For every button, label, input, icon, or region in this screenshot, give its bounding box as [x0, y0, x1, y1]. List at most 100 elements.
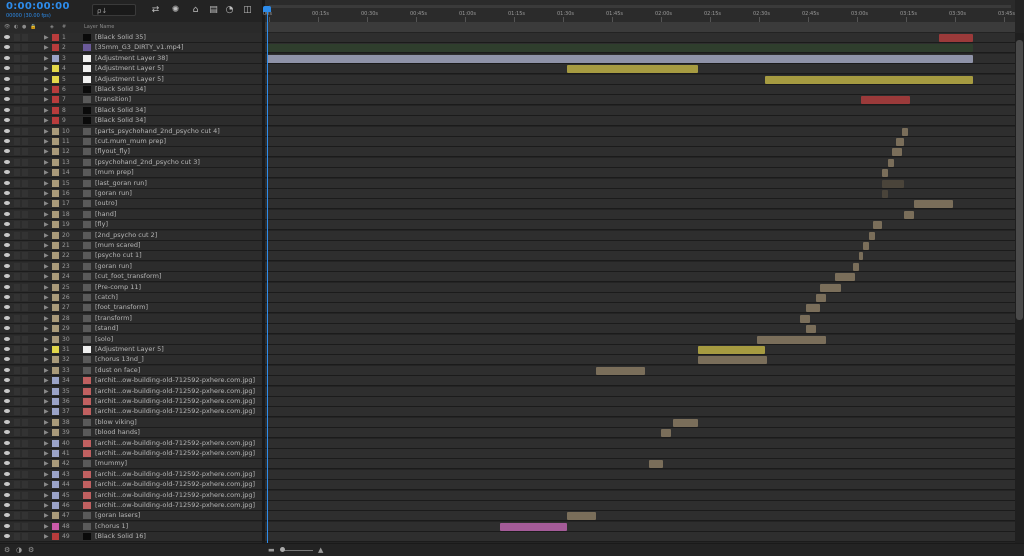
layer-name[interactable]: [mum prep]	[95, 168, 134, 177]
layer-row[interactable]: ▶ 23 [goran run]	[0, 261, 262, 272]
expand-arrow-icon[interactable]: ▶	[44, 44, 49, 51]
layer-name[interactable]: [archit...ow-building-old-712592-pxhere.…	[95, 407, 255, 416]
expand-arrow-icon[interactable]: ▶	[44, 408, 49, 415]
label-color-swatch[interactable]	[52, 398, 59, 405]
solo-switch[interactable]	[14, 54, 20, 62]
track-row[interactable]	[265, 105, 1015, 116]
track-row[interactable]	[265, 511, 1015, 522]
track-row[interactable]	[265, 449, 1015, 459]
layer-row[interactable]: ▶ 43 [archit...ow-building-old-712592-pxhe…	[0, 469, 262, 480]
layer-name[interactable]: [blow viking]	[95, 418, 137, 427]
layer-name[interactable]: [archit...ow-building-old-712592-pxhere.…	[95, 376, 255, 385]
solo-switch[interactable]	[14, 65, 20, 73]
lock-switch[interactable]	[22, 179, 28, 187]
lock-switch[interactable]	[22, 86, 28, 93]
layer-name[interactable]: [Black Solid 34]	[95, 106, 146, 115]
current-time-indicator[interactable]	[267, 8, 268, 543]
visibility-eye-icon[interactable]	[4, 440, 10, 445]
layer-row[interactable]: ▶ 36 [archit...ow-building-old-712592-pxhe…	[0, 397, 262, 407]
expand-arrow-icon[interactable]: ▶	[44, 523, 49, 530]
layer-row[interactable]: ▶ 11 [cut.mum_mum prep]	[0, 137, 262, 147]
lock-switch[interactable]	[22, 346, 28, 353]
solo-switch[interactable]	[14, 460, 20, 468]
expand-arrow-icon[interactable]: ▶	[44, 429, 49, 436]
solo-switch[interactable]	[14, 252, 20, 260]
layer-row[interactable]: ▶ 27 [foot_transform]	[0, 303, 262, 314]
layer-duration-bar[interactable]	[267, 54, 973, 63]
layer-row[interactable]: ▶ 16 [goran run]	[0, 189, 262, 199]
expand-arrow-icon[interactable]: ▶	[44, 211, 49, 218]
expand-arrow-icon[interactable]: ▶	[44, 294, 49, 301]
lock-switch[interactable]	[22, 283, 28, 291]
layer-row[interactable]: ▶ 34 [archit...ow-building-old-712592-pxhe…	[0, 376, 262, 387]
lock-switch[interactable]	[22, 138, 28, 145]
layer-row[interactable]: ▶ 8 [Black Solid 34]	[0, 105, 262, 116]
track-row[interactable]	[265, 324, 1015, 335]
track-row[interactable]	[265, 147, 1015, 158]
solo-switch[interactable]	[14, 387, 20, 395]
lock-switch[interactable]	[22, 117, 28, 125]
lock-switch[interactable]	[22, 470, 28, 478]
label-color-swatch[interactable]	[52, 304, 59, 312]
track-row[interactable]	[265, 501, 1015, 511]
lock-switch[interactable]	[22, 127, 28, 135]
number-column-header[interactable]: #	[62, 24, 66, 30]
expand-arrow-icon[interactable]: ▶	[44, 190, 49, 197]
track-row[interactable]	[265, 116, 1015, 127]
expand-arrow-icon[interactable]: ▶	[44, 398, 49, 405]
track-row[interactable]	[265, 521, 1015, 532]
visibility-eye-icon[interactable]	[4, 513, 10, 518]
visibility-eye-icon[interactable]	[4, 263, 10, 268]
layer-name[interactable]: [stand]	[95, 324, 118, 333]
solo-switch[interactable]	[14, 304, 20, 312]
expand-arrow-icon[interactable]: ▶	[44, 460, 49, 467]
track-row[interactable]	[265, 459, 1015, 470]
current-time-display[interactable]: 0:00:00:00	[6, 1, 70, 12]
label-color-swatch[interactable]	[52, 450, 59, 457]
visibility-eye-icon[interactable]	[4, 170, 10, 175]
solo-switch[interactable]	[14, 346, 20, 353]
layer-row[interactable]: ▶ 32 [chorus 13nd_]	[0, 355, 262, 366]
layer-row[interactable]: ▶ 9 [Black Solid 34]	[0, 116, 262, 127]
expand-arrow-icon[interactable]: ▶	[44, 533, 49, 540]
layer-duration-bar[interactable]	[757, 335, 826, 344]
lock-switch[interactable]	[22, 294, 28, 301]
layer-row[interactable]: ▶ 13 [psychohand_2nd_psycho cut 3]	[0, 157, 262, 168]
track-row[interactable]	[265, 220, 1015, 231]
visibility-column-icon[interactable]: 👁	[4, 24, 10, 30]
layer-name[interactable]: [psychohand_2nd_psycho cut 3]	[95, 158, 200, 167]
layer-duration-bar[interactable]	[819, 283, 842, 292]
layer-name[interactable]: [Black Solid 35]	[95, 33, 146, 42]
visibility-eye-icon[interactable]	[4, 159, 10, 164]
audio-column-icon[interactable]: ◐	[14, 24, 18, 30]
zoom-slider-knob[interactable]	[280, 547, 285, 552]
lock-switch[interactable]	[22, 75, 28, 83]
solo-switch[interactable]	[14, 148, 20, 156]
track-row[interactable]	[265, 199, 1015, 210]
label-color-swatch[interactable]	[52, 54, 59, 62]
solo-switch[interactable]	[14, 491, 20, 499]
layer-name[interactable]: [Black Solid 16]	[95, 532, 146, 541]
solo-switch[interactable]	[14, 117, 20, 125]
expand-arrow-icon[interactable]: ▶	[44, 284, 49, 291]
layer-row[interactable]: ▶ 2 [35mm_G3_DIRTY_v1.mp4]	[0, 43, 262, 54]
lock-switch[interactable]	[22, 106, 28, 114]
layer-row[interactable]: ▶ 26 [catch]	[0, 293, 262, 303]
visibility-eye-icon[interactable]	[4, 347, 10, 351]
solo-switch[interactable]	[14, 470, 20, 478]
label-color-swatch[interactable]	[52, 470, 59, 478]
layer-name[interactable]: [archit...ow-building-old-712592-pxhere.…	[95, 387, 255, 396]
layer-duration-bar[interactable]	[902, 127, 908, 136]
label-color-swatch[interactable]	[52, 86, 59, 93]
zoom-slider-track[interactable]	[283, 550, 313, 551]
label-color-swatch[interactable]	[52, 460, 59, 468]
layer-row[interactable]: ▶ 15 [last_goran run]	[0, 178, 262, 189]
layer-row[interactable]: ▶ 40 [archit...ow-building-old-712592-pxhe…	[0, 438, 262, 449]
lock-switch[interactable]	[22, 158, 28, 166]
lock-switch[interactable]	[22, 273, 28, 281]
frame-blending-icon[interactable]: ▤	[208, 5, 219, 15]
label-color-swatch[interactable]	[52, 190, 59, 197]
lock-switch[interactable]	[22, 460, 28, 468]
label-color-swatch[interactable]	[52, 366, 59, 374]
layer-name[interactable]: [2nd_psycho cut 2]	[95, 231, 157, 240]
